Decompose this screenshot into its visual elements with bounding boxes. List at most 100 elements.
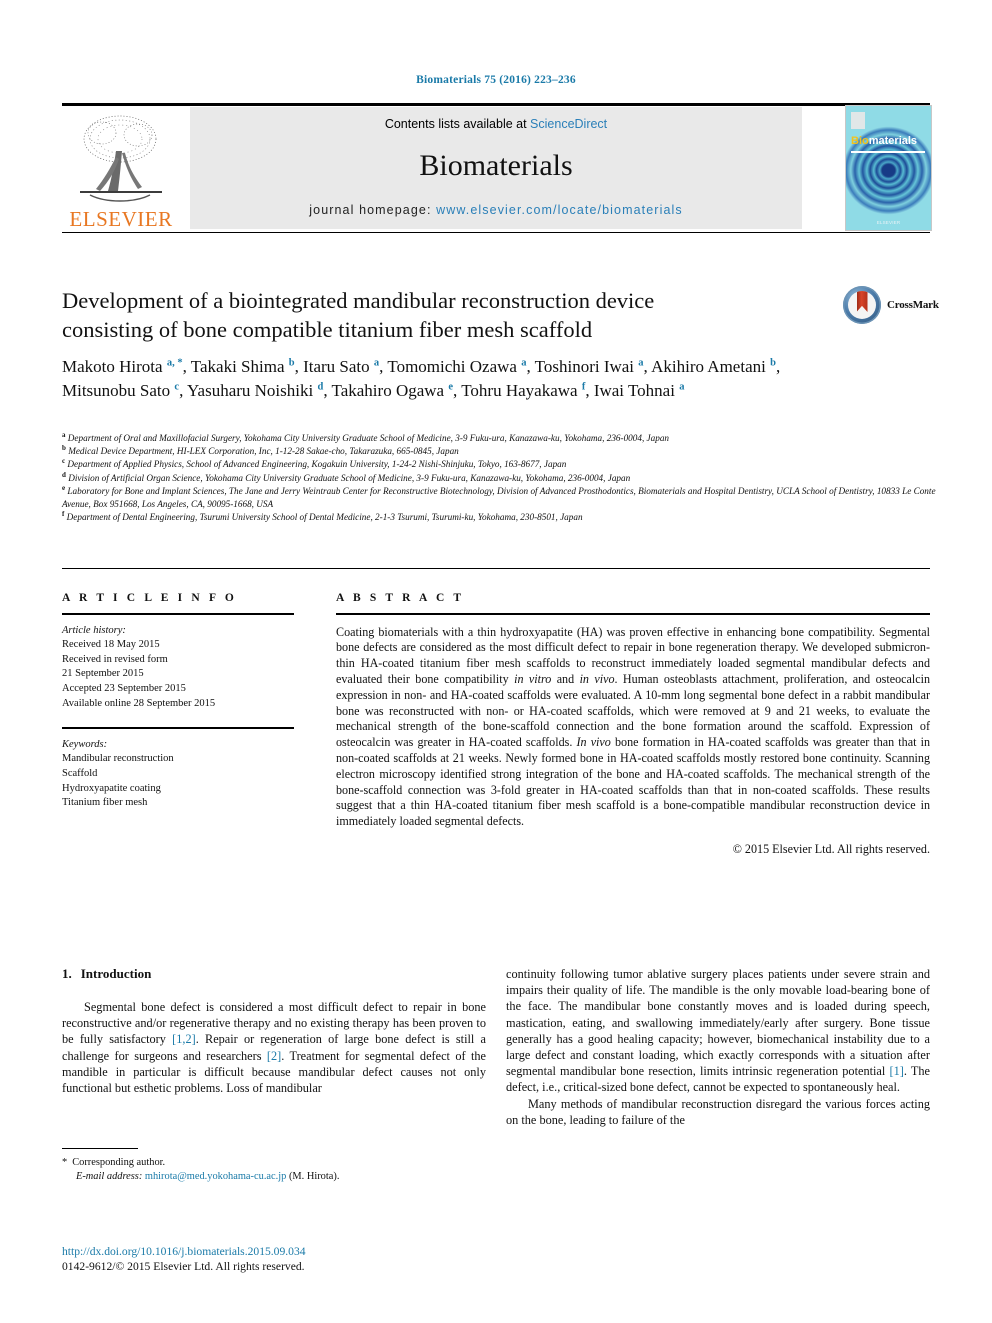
article-history-lines: Received 18 May 2015 Received in revised …	[62, 638, 294, 711]
body-text-run: continuity following tumor ablative surg…	[506, 967, 930, 1079]
footnote-corresponding-text: Corresponding author.	[72, 1157, 166, 1169]
abstract-text: Coating biomaterials with a thin hydroxy…	[336, 625, 930, 830]
article-history-line: Accepted 23 September 2015	[62, 682, 186, 694]
journal-title: Biomaterials	[419, 149, 573, 182]
introduction-right-column: continuity following tumor ablative surg…	[506, 966, 930, 1128]
abstract-italic-term: In vivo	[576, 735, 611, 750]
author-separator: ,	[182, 357, 191, 376]
introduction-number: 1.	[62, 966, 72, 981]
affiliation-text: Laboratory for Bone and Implant Sciences…	[62, 485, 936, 510]
author-name: Tohru Hayakawa	[461, 380, 582, 400]
abstract-column: A B S T R A C T Coating biomaterials wit…	[336, 592, 930, 857]
author-affiliation-marker: a, *	[166, 357, 183, 369]
contents-prefix: Contents lists available at	[384, 117, 531, 131]
keywords-lines: Mandibular reconstruction Scaffold Hydroxy…	[62, 752, 294, 810]
author-name: Akihiro Ametani	[651, 357, 771, 376]
corresponding-author-email-link[interactable]: mhirota@med.yokohama-cu.ac.jp	[145, 1171, 286, 1182]
article-history-line: 21 September 2015	[62, 668, 144, 680]
author-separator: ,	[453, 380, 462, 400]
keyword-item: Mandibular reconstruction	[62, 753, 174, 765]
contents-panel: Contents lists available at ScienceDirec…	[190, 107, 802, 229]
affiliation-item: c Department of Applied Physics, School …	[62, 458, 937, 471]
crossmark-inner-disc	[848, 291, 876, 319]
corresponding-author-footnote: * Corresponding author. E-mail address: m…	[62, 1148, 486, 1184]
abstract-italic-term: in vivo	[579, 671, 615, 686]
keywords-rule	[62, 727, 294, 729]
affiliation-text: Division of Artificial Organ Science, Yo…	[65, 472, 631, 483]
abstract-run: and	[551, 671, 580, 686]
article-history-line: Available online 28 September 2015	[62, 697, 216, 709]
citation-reference[interactable]: [2]	[267, 1049, 281, 1063]
keyword-item: Hydroxyapatite coating	[62, 782, 161, 794]
cover-title-rule	[851, 151, 925, 153]
article-info-heading: A R T I C L E I N F O	[62, 592, 237, 604]
author-name: Yasuharu Noishiki	[186, 380, 318, 400]
footnote-email-label: E-mail address:	[76, 1171, 143, 1183]
author-affiliation-marker: a	[679, 380, 685, 392]
author-separator: ,	[526, 357, 535, 376]
affiliation-text: Department of Applied Physics, School of…	[65, 459, 567, 470]
author-name: Makoto Hirota	[62, 357, 167, 376]
introduction-heading: 1. Introduction	[62, 966, 486, 982]
masthead-top-rule	[62, 103, 930, 106]
crossmark-circle-icon	[843, 286, 881, 324]
article-info-rule	[62, 613, 294, 615]
author-list: Makoto Hirota a, *, Takaki Shima b, Itar…	[62, 355, 842, 402]
article-info-column: A R T I C L E I N F O Article history: R…	[62, 592, 294, 811]
affiliation-item: e Laboratory for Bone and Implant Scienc…	[62, 484, 937, 511]
crossmark-bookmark-icon	[856, 291, 868, 312]
contents-line: Contents lists available at ScienceDirec…	[190, 117, 802, 131]
doi-link[interactable]: http://dx.doi.org/10.1016/j.biomaterials…	[62, 1245, 562, 1258]
introduction-left-column: 1. Introduction Segmental bone defect is …	[62, 966, 486, 1096]
keywords-label: Keywords:	[62, 738, 108, 750]
author-name: Takaki Shima	[190, 357, 289, 376]
keyword-item: Titanium fiber mesh	[62, 797, 148, 809]
cover-title-rest: materials	[868, 135, 918, 147]
cover-title-bio: Bio	[851, 135, 869, 147]
cover-title: Biomaterials	[851, 135, 917, 147]
paper-title-line1: Development of a biointegrated mandibula…	[62, 288, 655, 313]
author-separator: ,	[643, 357, 652, 376]
page-title: Development of a biointegrated mandibula…	[62, 286, 832, 344]
paper-title-line2: consisting of bone compatible titanium f…	[62, 317, 593, 342]
running-head: Biomaterials 75 (2016) 223–236	[416, 74, 576, 86]
abstract-rule	[336, 613, 930, 615]
cover-footer-text: ELSEVIER	[876, 220, 901, 225]
affiliation-item: d Division of Artificial Organ Science, …	[62, 471, 937, 485]
abstract-copyright: © 2015 Elsevier Ltd. All rights reserved…	[732, 841, 930, 856]
homepage-prefix: journal homepage:	[309, 203, 437, 217]
citation-reference[interactable]: [1,2]	[172, 1032, 196, 1046]
journal-homepage-link[interactable]: www.elsevier.com/locate/biomaterials	[436, 203, 683, 217]
masthead-bottom-rule	[62, 231, 930, 233]
abstract-italic-term: in vitro	[514, 671, 552, 686]
author-name: Toshinori Iwai	[534, 357, 639, 376]
affiliation-text: Department of Dental Engineering, Tsurum…	[64, 512, 583, 523]
journal-cover-thumbnail[interactable]: Biomaterials ELSEVIER	[845, 105, 932, 231]
author-name: Takahiro Ogawa	[331, 380, 449, 400]
author-name: Mitsunobu Sato	[62, 380, 175, 400]
author-separator: ,	[323, 380, 332, 400]
footnote-corresponding-line: * Corresponding author.	[62, 1156, 486, 1170]
journal-article-page: Biomaterials 75 (2016) 223–236 ELSEVIER …	[0, 0, 992, 1323]
article-history-label: Article history:	[62, 624, 126, 636]
cover-publisher-mark-icon	[851, 112, 865, 129]
introduction-paragraph-1: Segmental bone defect is considered a mo…	[62, 999, 486, 1096]
author-name: Iwai Tohnai	[593, 380, 680, 400]
article-history-line: Received in revised form	[62, 653, 168, 665]
author-separator: ,	[585, 380, 594, 400]
affiliation-text: Department of Oral and Maxillofacial Sur…	[65, 433, 670, 443]
section-divider-rule	[62, 568, 930, 570]
crossmark-badge[interactable]: CrossMark	[843, 286, 943, 326]
elsevier-logo: ELSEVIER	[62, 111, 180, 231]
author-separator: ,	[294, 357, 304, 376]
sciencedirect-link[interactable]: ScienceDirect	[530, 117, 607, 131]
crossmark-label: CrossMark	[887, 299, 939, 311]
citation-reference[interactable]: [1]	[890, 1064, 904, 1078]
keywords-block: Keywords: Mandibular reconstruction Scaff…	[62, 738, 294, 811]
introduction-paragraph-2: Many methods of mandibular reconstructio…	[506, 1096, 930, 1127]
affiliation-item: b Medical Device Department, HI-LEX Corp…	[62, 445, 937, 458]
elsevier-tree-icon	[70, 113, 172, 205]
article-history-line: Received 18 May 2015	[62, 639, 160, 651]
journal-homepage-line: journal homepage: www.elsevier.com/locat…	[190, 203, 802, 217]
journal-masthead: ELSEVIER Contents lists available at Sci…	[62, 103, 932, 233]
